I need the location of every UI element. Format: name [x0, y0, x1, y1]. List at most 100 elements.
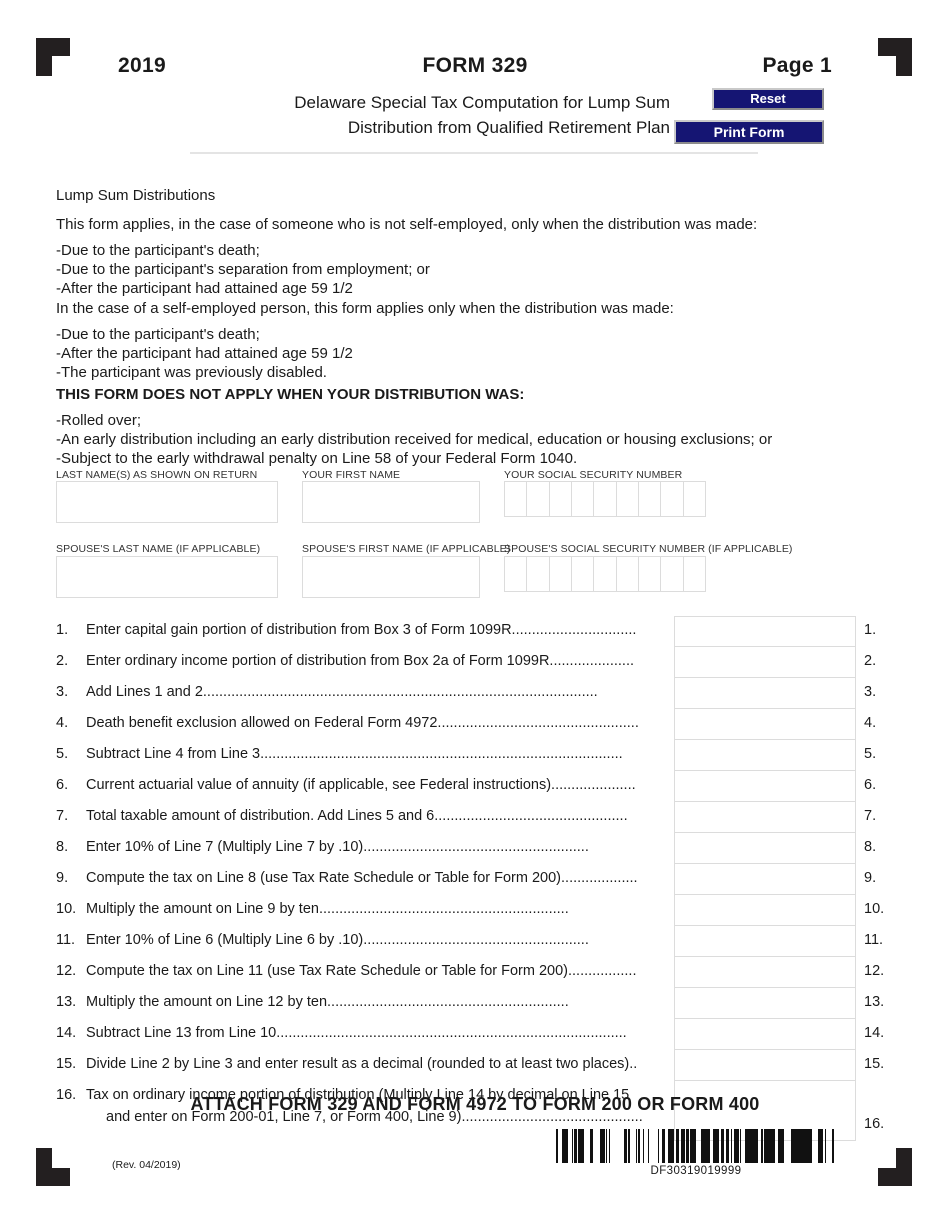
ssn-digit-box[interactable]	[661, 482, 684, 516]
header-divider	[190, 152, 758, 154]
line-amount-input[interactable]	[674, 957, 856, 988]
line-number: 2.	[56, 653, 69, 669]
line-item-row: 7. Total taxable amount of distribution. …	[0, 802, 950, 833]
line-amount-input[interactable]	[674, 678, 856, 709]
last-name-input[interactable]	[56, 481, 278, 523]
line-number: 1.	[56, 622, 69, 638]
line-number-right: 16.	[864, 1116, 885, 1132]
line-item-row: 10. Multiply the amount on Line 9 by ten.…	[0, 895, 950, 926]
intro-list-1: -Due to the participant's death; -Due to…	[56, 242, 430, 297]
line-amount-input[interactable]	[674, 1050, 856, 1081]
line-item-row: 4. Death benefit exclusion allowed on Fed…	[0, 709, 950, 740]
line-item-row: 8. Enter 10% of Line 7 (Multiply Line 7 b…	[0, 833, 950, 864]
line-number-right: 7.	[864, 808, 877, 824]
line-number: 9.	[56, 870, 69, 886]
line-description: Add Lines 1 and 2.......................…	[86, 684, 598, 700]
line-number: 4.	[56, 715, 69, 731]
spouse-first-name-input[interactable]	[302, 556, 480, 598]
page-number-label: Page 1	[762, 54, 832, 77]
line-amount-input[interactable]	[674, 771, 856, 802]
line-description: Enter capital gain portion of distributi…	[86, 622, 637, 638]
revision-label: (Rev. 04/2019)	[112, 1159, 181, 1171]
intro-list-3: -Rolled over; -An early distribution inc…	[56, 412, 773, 467]
line-number: 12.	[56, 963, 77, 979]
line-number-right: 10.	[864, 901, 885, 917]
ssn-digit-box[interactable]	[505, 482, 528, 516]
ssn-digit-box[interactable]	[550, 482, 572, 516]
line-number-right: 3.	[864, 684, 877, 700]
line-description: Total taxable amount of distribution. Ad…	[86, 808, 628, 824]
line-number: 13.	[56, 994, 77, 1010]
line-amount-input[interactable]	[674, 833, 856, 864]
intro-heading: Lump Sum Distributions	[56, 187, 216, 204]
line-number-right: 8.	[864, 839, 877, 855]
ssn-digit-box[interactable]	[684, 482, 705, 516]
not-apply-heading: THIS FORM DOES NOT APPLY WHEN YOUR DISTR…	[56, 386, 525, 403]
ssn-input-grid[interactable]	[504, 481, 706, 517]
ssn-digit-box[interactable]	[572, 482, 595, 516]
intro-paragraph-2: In the case of a self-employed person, t…	[56, 300, 674, 317]
line-item-row: 3. Add Lines 1 and 2.....................…	[0, 678, 950, 709]
line-description: Death benefit exclusion allowed on Feder…	[86, 715, 639, 731]
line-number-right: 5.	[864, 746, 877, 762]
ssn-digit-box[interactable]	[617, 482, 639, 516]
ssn-digit-box[interactable]	[639, 482, 662, 516]
form-subtitle: Delaware Special Tax Computation for Lum…	[190, 90, 670, 140]
line-number-right: 14.	[864, 1025, 885, 1041]
print-form-button[interactable]: Print Form	[674, 120, 824, 144]
registration-mark-bottom-right	[878, 1148, 912, 1186]
line-amount-input[interactable]	[674, 864, 856, 895]
spouse-ssn-digit-box[interactable]	[505, 557, 528, 591]
line-item-row: 13. Multiply the amount on Line 12 by ten…	[0, 988, 950, 1019]
spouse-ssn-digit-box[interactable]	[572, 557, 595, 591]
line-number: 15.	[56, 1056, 77, 1072]
line-description: Multiply the amount on Line 9 by ten....…	[86, 901, 569, 917]
barcode-number: DF30319019999	[650, 1165, 742, 1177]
line-item-row: 6. Current actuarial value of annuity (if…	[0, 771, 950, 802]
spouse-ssn-label: SPOUSE'S SOCIAL SECURITY NUMBER (IF APPL…	[504, 543, 793, 555]
line-amount-input[interactable]	[674, 616, 856, 647]
ssn-digit-box[interactable]	[527, 482, 550, 516]
line-amount-input[interactable]	[674, 709, 856, 740]
spouse-ssn-digit-box[interactable]	[527, 557, 550, 591]
line-description: Divide Line 2 by Line 3 and enter result…	[86, 1056, 638, 1072]
line-number: 10.	[56, 901, 77, 917]
line-item-row: 2. Enter ordinary income portion of distr…	[0, 647, 950, 678]
line-description: Compute the tax on Line 8 (use Tax Rate …	[86, 870, 638, 886]
line-amount-input[interactable]	[674, 895, 856, 926]
spouse-ssn-digit-box[interactable]	[639, 557, 662, 591]
line-amount-input[interactable]	[674, 647, 856, 678]
line-description: Compute the tax on Line 11 (use Tax Rate…	[86, 963, 637, 979]
line-number-right: 2.	[864, 653, 877, 669]
spouse-ssn-input-grid[interactable]	[504, 556, 706, 592]
line-amount-input[interactable]	[674, 988, 856, 1019]
ssn-digit-box[interactable]	[594, 482, 617, 516]
intro-list-2: -Due to the participant's death; -After …	[56, 326, 353, 381]
line-items-table: 1. Enter capital gain portion of distribu…	[0, 616, 950, 1141]
spouse-ssn-digit-box[interactable]	[661, 557, 684, 591]
spouse-ssn-digit-box[interactable]	[594, 557, 617, 591]
line-amount-input[interactable]	[674, 802, 856, 833]
line-item-row: 5. Subtract Line 4 from Line 3...........…	[0, 740, 950, 771]
line-number-right: 4.	[864, 715, 877, 731]
spouse-last-name-input[interactable]	[56, 556, 278, 598]
line-description: Multiply the amount on Line 12 by ten...…	[86, 994, 569, 1010]
line-amount-input[interactable]	[674, 926, 856, 957]
reset-button[interactable]: Reset	[712, 88, 824, 110]
line-number: 11.	[56, 932, 76, 948]
line-number: 14.	[56, 1025, 77, 1041]
form-subtitle-line2: Distribution from Qualified Retirement P…	[347, 118, 670, 137]
first-name-input[interactable]	[302, 481, 480, 523]
line-number-right: 12.	[864, 963, 885, 979]
last-name-label: LAST NAME(S) AS SHOWN ON RETURN	[56, 469, 258, 481]
spouse-ssn-digit-box[interactable]	[684, 557, 705, 591]
line-amount-input[interactable]	[674, 1019, 856, 1050]
spouse-ssn-digit-box[interactable]	[550, 557, 572, 591]
spouse-first-name-label: SPOUSE'S FIRST NAME (IF APPLICABLE)	[302, 543, 511, 555]
line-number-right: 13.	[864, 994, 885, 1010]
intro-paragraph-1: This form applies, in the case of someon…	[56, 216, 758, 233]
line-number: 5.	[56, 746, 69, 762]
line-amount-input[interactable]	[674, 740, 856, 771]
line-description: Enter 10% of Line 7 (Multiply Line 7 by …	[86, 839, 589, 855]
spouse-ssn-digit-box[interactable]	[617, 557, 639, 591]
